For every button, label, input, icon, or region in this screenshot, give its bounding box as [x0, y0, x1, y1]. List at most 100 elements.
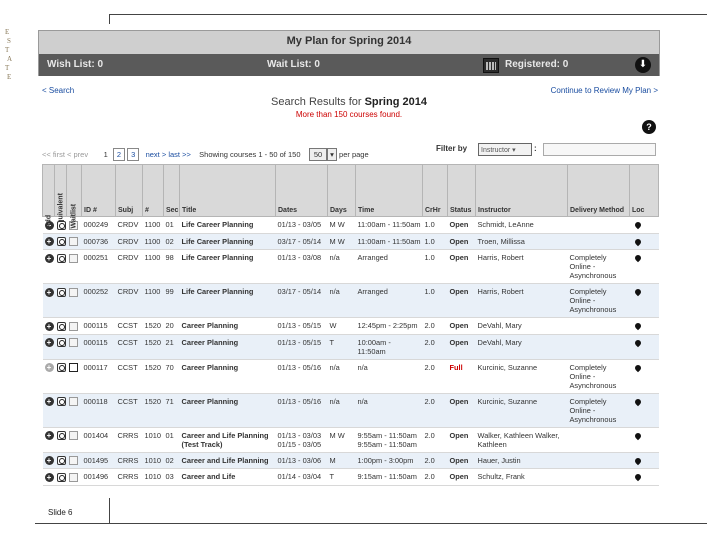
last-page-link[interactable]: last >> — [168, 150, 191, 159]
filter-select[interactable]: Instructor ▾ — [478, 143, 532, 156]
search-icon[interactable] — [56, 338, 66, 348]
waitlist-icon[interactable] — [68, 338, 78, 348]
cell-title[interactable]: Career Planning — [179, 334, 276, 360]
waitlist-icon[interactable] — [68, 321, 78, 331]
page-2[interactable]: 2 — [112, 148, 126, 161]
chevron-down-icon[interactable]: ▾ — [327, 148, 337, 161]
col-waitlist[interactable]: Waitlist — [66, 164, 82, 229]
search-icon[interactable] — [56, 456, 66, 466]
cell-title[interactable]: Life Career Planning — [179, 233, 276, 251]
col-id[interactable]: ID # — [81, 164, 116, 217]
map-pin-icon[interactable] — [633, 321, 642, 331]
map-pin-icon[interactable] — [633, 253, 642, 263]
cell-title[interactable]: Career and Life Planning — [179, 452, 276, 470]
add-icon[interactable]: + — [44, 237, 54, 247]
col-equivalent[interactable]: Equivalent — [54, 164, 67, 229]
waitlist-icon[interactable] — [68, 253, 78, 263]
cell-instructor[interactable]: Schultz, Frank — [475, 468, 568, 486]
add-icon[interactable]: + — [44, 397, 54, 407]
download-icon[interactable]: ⬇ — [635, 57, 651, 73]
cell-title[interactable]: Life Career Planning — [179, 249, 276, 285]
search-icon[interactable] — [56, 321, 66, 331]
add-icon[interactable]: + — [44, 431, 54, 441]
wish-list-count[interactable]: Wish List: 0 — [47, 59, 103, 70]
cell-instructor[interactable]: Kurcinic, Suzanne — [475, 393, 568, 428]
cell-subj: CRRS — [115, 452, 143, 470]
cell-title[interactable]: Life Career Planning — [179, 283, 276, 319]
search-icon[interactable] — [56, 363, 66, 373]
cell-title[interactable]: Life Career Planning — [179, 216, 276, 234]
waitlist-icon[interactable] — [68, 431, 78, 441]
col-add[interactable]: Add — [42, 164, 55, 229]
map-pin-icon[interactable] — [633, 220, 642, 230]
col-instructor[interactable]: Instructor — [475, 164, 568, 217]
cell-instructor[interactable]: Walker, Kathleen Walker, Kathleen — [475, 427, 568, 453]
col-status[interactable]: Status — [447, 164, 476, 217]
cell-title[interactable]: Career and Life Planning (Test Track) — [179, 427, 276, 453]
add-icon[interactable]: + — [44, 472, 54, 482]
col-time[interactable]: Time — [355, 164, 423, 217]
page-1[interactable]: 1 — [100, 149, 111, 160]
add-icon[interactable]: + — [44, 253, 54, 263]
cell-instructor[interactable]: Harris, Robert — [475, 249, 568, 285]
add-icon[interactable]: + — [44, 363, 54, 373]
col-sec[interactable]: Sec — [163, 164, 180, 217]
wait-list-count[interactable]: Wait List: 0 — [267, 59, 320, 70]
cell-title[interactable]: Career Planning — [179, 359, 276, 394]
search-icon[interactable] — [56, 253, 66, 263]
search-icon[interactable] — [56, 431, 66, 441]
search-icon[interactable] — [56, 472, 66, 482]
filter-input[interactable] — [543, 143, 656, 156]
map-pin-icon[interactable] — [633, 456, 642, 465]
map-pin-icon[interactable] — [633, 338, 642, 347]
search-icon[interactable] — [56, 237, 66, 247]
cell-title[interactable]: Career Planning — [179, 317, 276, 335]
col-num[interactable]: # — [142, 164, 164, 217]
registered-count[interactable]: Registered: 0 — [505, 59, 568, 70]
page-3[interactable]: 3 — [127, 148, 140, 161]
map-pin-icon[interactable] — [633, 363, 642, 372]
cell-title[interactable]: Career Planning — [179, 393, 276, 428]
cell-title[interactable]: Career and Life — [179, 468, 276, 486]
help-icon[interactable]: ? — [642, 120, 656, 134]
cell-instructor[interactable]: Harris, Robert — [475, 283, 568, 319]
per-page-select[interactable]: 50 — [308, 148, 328, 161]
calendar-icon[interactable] — [483, 58, 499, 73]
waitlist-icon[interactable] — [68, 237, 78, 247]
col-subj[interactable]: Subj — [115, 164, 143, 217]
map-pin-icon[interactable] — [633, 237, 642, 246]
cell-instructor[interactable]: DeVahl, Mary — [475, 334, 568, 360]
waitlist-icon[interactable] — [68, 363, 78, 373]
cell-instructor[interactable]: Schmidt, LeAnne — [475, 216, 568, 234]
waitlist-icon[interactable] — [68, 287, 78, 297]
back-to-search-link[interactable]: < Search — [42, 86, 74, 95]
col-delivery[interactable]: Delivery Method — [567, 164, 630, 217]
search-icon[interactable] — [56, 287, 66, 297]
prev-page-link[interactable]: < prev — [67, 150, 88, 159]
cell-instructor[interactable]: DeVahl, Mary — [475, 317, 568, 335]
waitlist-icon[interactable] — [68, 397, 78, 407]
col-title[interactable]: Title — [179, 164, 276, 217]
map-pin-icon[interactable] — [633, 397, 642, 406]
add-icon[interactable]: + — [44, 338, 54, 348]
cell-instructor[interactable]: Kurcinic, Suzanne — [475, 359, 568, 394]
col-loc[interactable]: Loc — [629, 164, 659, 217]
waitlist-icon[interactable] — [68, 472, 78, 482]
map-pin-icon[interactable] — [633, 472, 642, 482]
col-dates[interactable]: Dates — [275, 164, 328, 217]
map-pin-icon[interactable] — [633, 431, 642, 440]
add-icon[interactable]: + — [44, 287, 54, 297]
cell-instructor[interactable]: Hauer, Justin — [475, 452, 568, 470]
search-icon[interactable] — [56, 220, 66, 230]
cell-instructor[interactable]: Troen, Millissa — [475, 233, 568, 251]
add-icon[interactable]: + — [44, 456, 54, 466]
col-crhr[interactable]: CrHr — [422, 164, 448, 217]
continue-to-review-link[interactable]: Continue to Review My Plan > — [551, 86, 658, 95]
search-icon[interactable] — [56, 397, 66, 407]
add-icon[interactable]: + — [44, 321, 54, 331]
first-page-link[interactable]: << first — [42, 150, 65, 159]
map-pin-icon[interactable] — [633, 287, 642, 297]
next-page-link[interactable]: next > — [146, 150, 167, 159]
col-days[interactable]: Days — [327, 164, 356, 217]
waitlist-icon[interactable] — [68, 456, 78, 466]
